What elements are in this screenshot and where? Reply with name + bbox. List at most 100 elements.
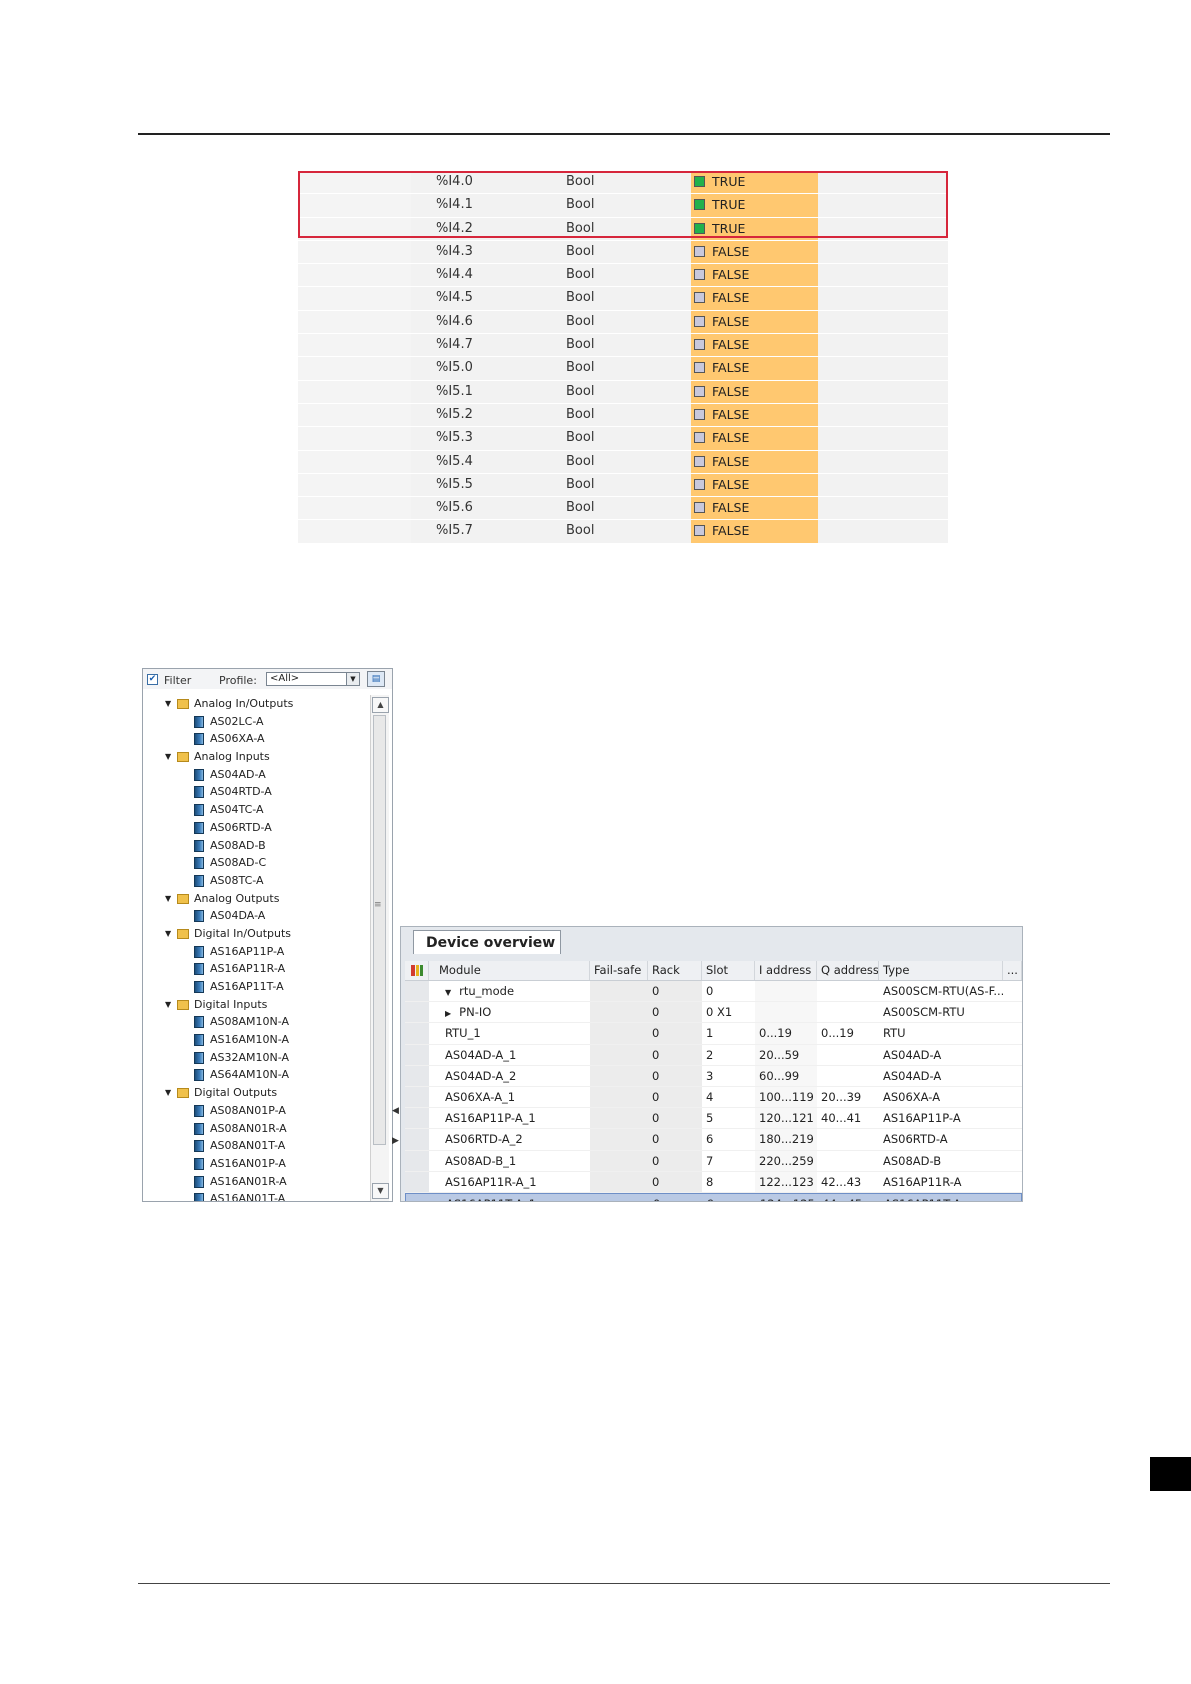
device-row[interactable]: AS04AD-A_2 0 3 60...99 AS04AD-A [405,1065,1022,1087]
scroll-down-icon[interactable]: ▼ [372,1183,389,1199]
header-q-address[interactable]: Q address [817,961,879,980]
header-module[interactable]: Module [431,961,590,980]
watch-row[interactable]: %I4.3 Bool FALSE [298,240,948,265]
catalog-module-item[interactable]: AS08AN01R-A [143,1120,369,1138]
watch-row[interactable]: %I5.4 Bool FALSE [298,450,948,474]
watch-name-cell[interactable] [298,450,411,473]
device-type[interactable]: AS04AD-A [879,1066,1003,1086]
catalog-module-item[interactable]: AS08AN01P-A [143,1102,369,1120]
device-module-cell[interactable]: RTU_1 [431,1023,590,1043]
watch-value-cell[interactable]: FALSE [691,380,818,403]
device-rack[interactable]: 0 [648,1150,702,1171]
watch-name-cell[interactable] [298,171,411,194]
watch-name-cell[interactable] [298,473,411,497]
expand-caret-icon[interactable]: ▼ [165,1084,171,1102]
device-i-address[interactable] [755,981,817,1002]
device-module-cell[interactable]: AS04AD-A_2 [431,1066,590,1086]
watch-name-cell[interactable] [298,427,411,450]
collapse-caret-icon[interactable]: ▼ [445,988,451,997]
catalog-module-item[interactable]: AS08AN01T-A [143,1137,369,1155]
device-rack[interactable]: 0 [648,1002,702,1023]
expand-caret-icon[interactable]: ▼ [165,890,171,908]
catalog-folder[interactable]: ▼ Analog Outputs [143,890,369,908]
watch-row[interactable]: %I5.1 Bool FALSE [298,380,948,404]
device-module-cell[interactable]: AS16AP11T-A_1 [432,1194,591,1201]
catalog-folder[interactable]: ▼ Analog In/Outputs [143,695,369,713]
device-failsafe-cell[interactable] [590,1171,648,1192]
catalog-folder[interactable]: ▼ Digital Inputs [143,996,369,1014]
watch-value-cell[interactable]: FALSE [691,264,818,287]
device-q-address[interactable]: 20...39 [817,1087,879,1107]
device-rack[interactable]: 0 [648,981,702,1002]
expand-caret-icon[interactable]: ▶ [445,1009,451,1018]
catalog-folder[interactable]: ▼ Digital In/Outputs [143,925,369,943]
catalog-module-item[interactable]: AS16AN01R-A [143,1173,369,1191]
header-slot[interactable]: Slot [702,961,755,980]
catalog-module-item[interactable]: AS64AM10N-A [143,1066,369,1084]
device-slot[interactable]: 4 [702,1087,755,1107]
watch-name-cell[interactable] [298,334,411,357]
device-type[interactable]: RTU [879,1023,1003,1043]
device-type[interactable]: AS16AP11P-A [879,1108,1003,1128]
watch-row[interactable]: %I5.5 Bool FALSE [298,473,948,498]
catalog-module-item[interactable]: AS06XA-A [143,730,369,748]
device-i-address[interactable]: 122...123 [755,1171,817,1192]
device-row[interactable]: RTU_1 0 1 0...19 0...19 RTU [405,1023,1022,1045]
header-failsafe[interactable]: Fail-safe [590,961,648,980]
device-slot[interactable]: 9 [703,1194,756,1201]
watch-name-cell[interactable] [298,403,411,427]
device-row[interactable]: AS16AP11T-A_1 09124...12544...45AS16AP11T… [405,1192,1022,1201]
catalog-module-item[interactable]: AS08AD-B [143,837,369,855]
device-q-address[interactable] [817,1151,879,1171]
device-i-address[interactable]: 100...119 [755,1086,817,1108]
watch-name-cell[interactable] [298,380,411,403]
device-row[interactable]: AS06RTD-A_2 0 6 180...219 AS06RTD-A [405,1129,1022,1151]
device-module-cell[interactable]: ▶ PN-IO [431,1002,590,1022]
device-failsafe-cell[interactable] [590,1086,648,1108]
row-selector[interactable] [405,1065,429,1086]
device-module-cell[interactable]: AS16AP11P-A_1 [431,1108,590,1128]
header-rack[interactable]: Rack [648,961,702,980]
device-i-address[interactable]: 124...125 [756,1194,818,1201]
profile-select[interactable]: <All> ▼ [266,672,360,686]
device-slot[interactable]: 5 [702,1108,755,1128]
device-row[interactable]: ▼ rtu_mode 0 0 AS00SCM-RTU(AS-F... [405,981,1022,1003]
device-failsafe-cell[interactable] [590,1002,648,1023]
device-failsafe-cell[interactable] [591,1194,649,1201]
expand-caret-icon[interactable]: ▼ [165,695,171,713]
watch-name-cell[interactable] [298,497,411,520]
scroll-thumb[interactable] [373,715,386,1145]
device-failsafe-cell[interactable] [590,1150,648,1171]
device-slot[interactable]: 2 [702,1045,755,1065]
row-selector[interactable] [405,1150,429,1171]
watch-value-cell[interactable]: FALSE [691,497,818,520]
catalog-module-item[interactable]: AS08AM10N-A [143,1013,369,1031]
watch-name-cell[interactable] [298,357,411,380]
watch-name-cell[interactable] [298,287,411,310]
catalog-module-item[interactable]: AS16AN01T-A [143,1190,369,1201]
device-q-address[interactable]: 42...43 [817,1172,879,1192]
filter-checkbox[interactable]: ✔ [147,674,158,685]
device-rack[interactable]: 0 [648,1129,702,1150]
device-slot[interactable]: 0 [702,981,755,1001]
device-rack[interactable]: 0 [648,1171,702,1192]
device-i-address[interactable]: 180...219 [755,1129,817,1150]
row-selector[interactable] [405,1129,429,1150]
watch-row[interactable]: %I4.5 Bool FALSE [298,287,948,311]
catalog-module-item[interactable]: AS04RTD-A [143,783,369,801]
device-q-address[interactable] [817,1002,879,1022]
device-row[interactable]: AS08AD-B_1 0 7 220...259 AS08AD-B [405,1150,1022,1172]
device-failsafe-cell[interactable] [590,981,648,1002]
device-q-address[interactable] [817,1066,879,1086]
device-q-address[interactable] [817,981,879,1001]
catalog-module-item[interactable]: AS32AM10N-A [143,1049,369,1067]
catalog-module-item[interactable]: AS08AD-C [143,854,369,872]
device-type[interactable]: AS00SCM-RTU [879,1002,1003,1022]
device-module-cell[interactable]: AS16AP11R-A_1 [431,1172,590,1192]
watch-row[interactable]: %I4.1 Bool TRUE [298,194,948,218]
scroll-up-icon[interactable]: ▲ [372,697,389,713]
device-rack[interactable]: 0 [648,1065,702,1086]
device-i-address[interactable] [755,1002,817,1023]
device-rack[interactable]: 0 [648,1108,702,1129]
device-failsafe-cell[interactable] [590,1065,648,1086]
